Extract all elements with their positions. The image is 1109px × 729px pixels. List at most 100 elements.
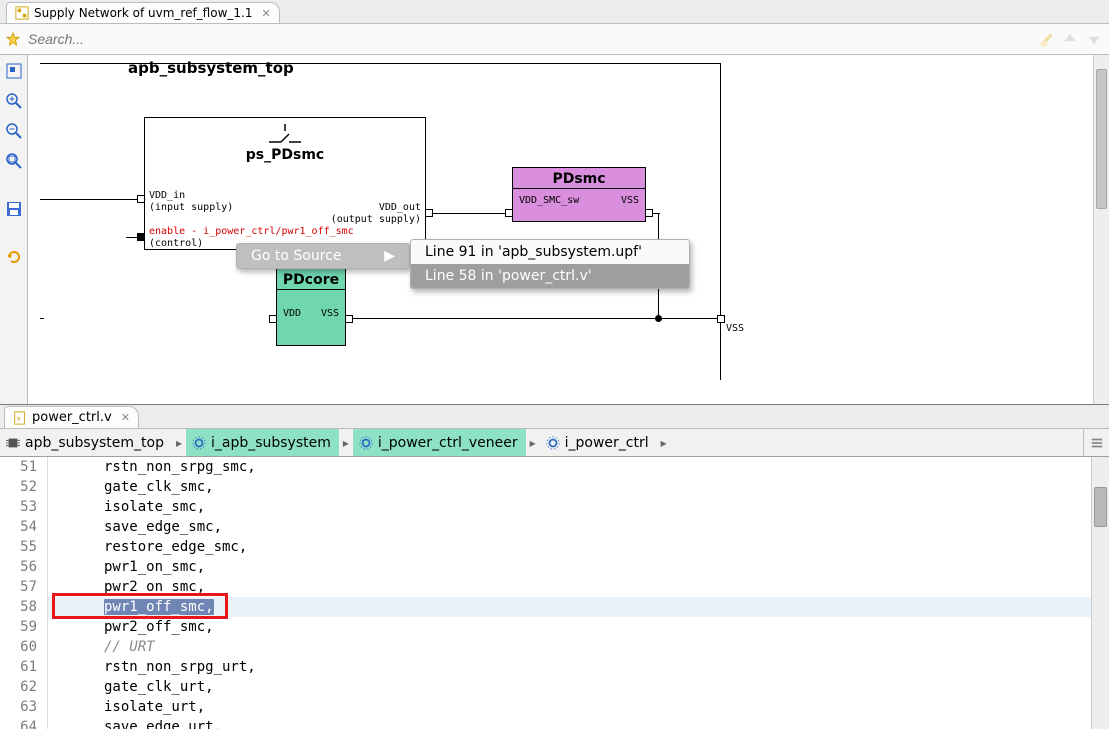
gutter-number: 64	[0, 717, 48, 729]
search-bar	[0, 24, 1109, 55]
code-line[interactable]: 61rstn_non_srpg_urt,	[0, 657, 1091, 677]
pdcore-vss-label: VSS	[321, 308, 339, 319]
editor-tab[interactable]: v power_ctrl.v ✕	[4, 406, 139, 428]
pdsmc-block[interactable]: PDsmc VDD_SMC_sw VSS	[512, 167, 646, 222]
code-scroll-thumb[interactable]	[1094, 487, 1107, 527]
diagram-scroll-thumb[interactable]	[1096, 69, 1107, 209]
code-line[interactable]: 62gate_clk_urt,	[0, 677, 1091, 697]
search-input[interactable]	[26, 28, 1031, 50]
svg-text:v: v	[17, 414, 21, 422]
code-line[interactable]: 58pwr1_off_smc,	[0, 597, 1091, 617]
editor-tab-bar: v power_ctrl.v ✕	[0, 405, 1109, 429]
diagram-tab[interactable]: Supply Network of uvm_ref_flow_1.1 ✕	[6, 2, 280, 23]
breadcrumb-separator[interactable]: ▸	[172, 429, 186, 456]
pdcore-vdd-label: VDD	[283, 308, 301, 319]
breadcrumb-separator[interactable]: ▸	[339, 429, 353, 456]
vdd-in-port	[137, 195, 145, 203]
code-line[interactable]: 54save_edge_smc,	[0, 517, 1091, 537]
input-supply-label: (input supply)	[149, 202, 233, 213]
switch-icon	[265, 124, 305, 144]
gutter-number: 61	[0, 657, 48, 677]
go-to-source-label: Go to Source	[251, 248, 341, 264]
code-text: pwr1_off_smc,	[50, 597, 214, 617]
breadcrumb-i_apb_subsystem[interactable]: i_apb_subsystem	[186, 429, 339, 456]
breadcrumb-separator[interactable]: ▸	[526, 429, 540, 456]
ps-pdsmc-block[interactable]: ps_PDsmc VDD_in (input supply) VDD_out (…	[144, 117, 426, 250]
code-line[interactable]: 56pwr1_on_smc,	[0, 557, 1091, 577]
pdcore-right-port	[345, 315, 353, 323]
breadcrumb-i_power_ctrl[interactable]: i_power_ctrl	[540, 429, 657, 456]
code-line[interactable]: 63isolate_urt,	[0, 697, 1091, 717]
cursor-tool-icon[interactable]	[4, 61, 24, 81]
zoom-fit-icon[interactable]	[4, 151, 24, 171]
code-text: gate_clk_urt,	[50, 677, 214, 697]
go-to-source-menu[interactable]: Go to Source ▶	[237, 244, 409, 268]
code-text: pwr2_on_smc,	[50, 577, 205, 597]
code-line[interactable]: 55restore_edge_smc,	[0, 537, 1091, 557]
menu-line58[interactable]: Line 58 in 'power_ctrl.v'	[411, 264, 689, 288]
supply-network-icon	[15, 6, 29, 20]
menu-line91-label: Line 91 in 'apb_subsystem.upf'	[425, 244, 642, 260]
code-text: rstn_non_srpg_urt,	[50, 657, 256, 677]
gutter-number: 58	[0, 597, 48, 617]
code-text: // URT	[50, 637, 155, 657]
code-line[interactable]: 52gate_clk_smc,	[0, 477, 1091, 497]
ps-pdsmc-title: ps_PDsmc	[145, 144, 425, 164]
gutter-number: 60	[0, 637, 48, 657]
code-text: save_edge_urt,	[50, 717, 222, 729]
diagram-tab-title: Supply Network of uvm_ref_flow_1.1	[34, 6, 252, 20]
code-text: gate_clk_smc,	[50, 477, 214, 497]
zoom-in-icon[interactable]	[4, 91, 24, 111]
highlighter-icon[interactable]	[1037, 30, 1055, 48]
code-text: isolate_smc,	[50, 497, 205, 517]
breadcrumb-i_power_ctrl_veneer[interactable]: i_power_ctrl_veneer	[353, 429, 526, 456]
gutter-number: 52	[0, 477, 48, 497]
chevron-right-icon: ▶	[384, 248, 395, 264]
code-scrollbar[interactable]	[1091, 457, 1109, 729]
pdcore-left-port	[269, 315, 277, 323]
code-line[interactable]: 60// URT	[0, 637, 1091, 657]
refresh-icon[interactable]	[4, 247, 24, 267]
vdd-smc-sw-label: VDD_SMC_sw	[519, 195, 579, 206]
close-icon[interactable]: ✕	[257, 7, 270, 20]
diagram-viewport[interactable]: apb_subsystem_top ps_PDsmc VDD_in (input…	[28, 55, 1109, 404]
vss-side-label: VSS	[726, 323, 744, 334]
pdsmc-vss-label: VSS	[621, 195, 639, 206]
gutter-number: 57	[0, 577, 48, 597]
code-text: save_edge_smc,	[50, 517, 222, 537]
favorite-icon[interactable]	[6, 32, 20, 46]
gutter-number: 56	[0, 557, 48, 577]
code-line[interactable]: 64save_edge_urt,	[0, 717, 1091, 729]
gutter-number: 63	[0, 697, 48, 717]
code-line[interactable]: 57pwr2_on_smc,	[0, 577, 1091, 597]
code-editor-wrap: 51rstn_non_srpg_smc,52gate_clk_smc,53iso…	[0, 457, 1109, 729]
enable-label: enable - i_power_ctrl/pwr1_off_smc	[149, 226, 354, 237]
code-text: isolate_urt,	[50, 697, 205, 717]
context-submenu[interactable]: Line 91 in 'apb_subsystem.upf' Line 58 i…	[410, 239, 690, 289]
gutter-number: 53	[0, 497, 48, 517]
zoom-out-icon[interactable]	[4, 121, 24, 141]
code-text: rstn_non_srpg_smc,	[50, 457, 256, 477]
breadcrumb-apb_subsystem_top[interactable]: apb_subsystem_top	[0, 429, 172, 456]
diagram-scrollbar[interactable]	[1093, 55, 1109, 404]
up-arrow-icon[interactable]	[1061, 30, 1079, 48]
context-menu[interactable]: Go to Source ▶	[236, 243, 410, 269]
save-icon[interactable]	[4, 199, 24, 219]
pdsmc-left-port	[505, 209, 513, 217]
menu-line91[interactable]: Line 91 in 'apb_subsystem.upf'	[411, 240, 689, 264]
code-line[interactable]: 51rstn_non_srpg_smc,	[0, 457, 1091, 477]
control-label: (control)	[149, 238, 203, 249]
code-line[interactable]: 53isolate_smc,	[0, 497, 1091, 517]
gutter-number: 59	[0, 617, 48, 637]
close-icon[interactable]: ✕	[117, 411, 130, 424]
menu-line58-label: Line 58 in 'power_ctrl.v'	[425, 268, 592, 284]
code-line[interactable]: 59pwr2_off_smc,	[0, 617, 1091, 637]
breadcrumb-separator[interactable]: ▸	[657, 429, 671, 456]
pdcore-block[interactable]: PDcore VDD VSS	[276, 268, 346, 346]
down-arrow-icon[interactable]	[1085, 30, 1103, 48]
gutter-number: 54	[0, 517, 48, 537]
pdcore-title: PDcore	[277, 269, 345, 289]
code-editor[interactable]: 51rstn_non_srpg_smc,52gate_clk_smc,53iso…	[0, 457, 1091, 729]
vdd-in-label: VDD_in	[149, 190, 185, 201]
breadcrumb-overflow-icon[interactable]	[1083, 429, 1109, 456]
